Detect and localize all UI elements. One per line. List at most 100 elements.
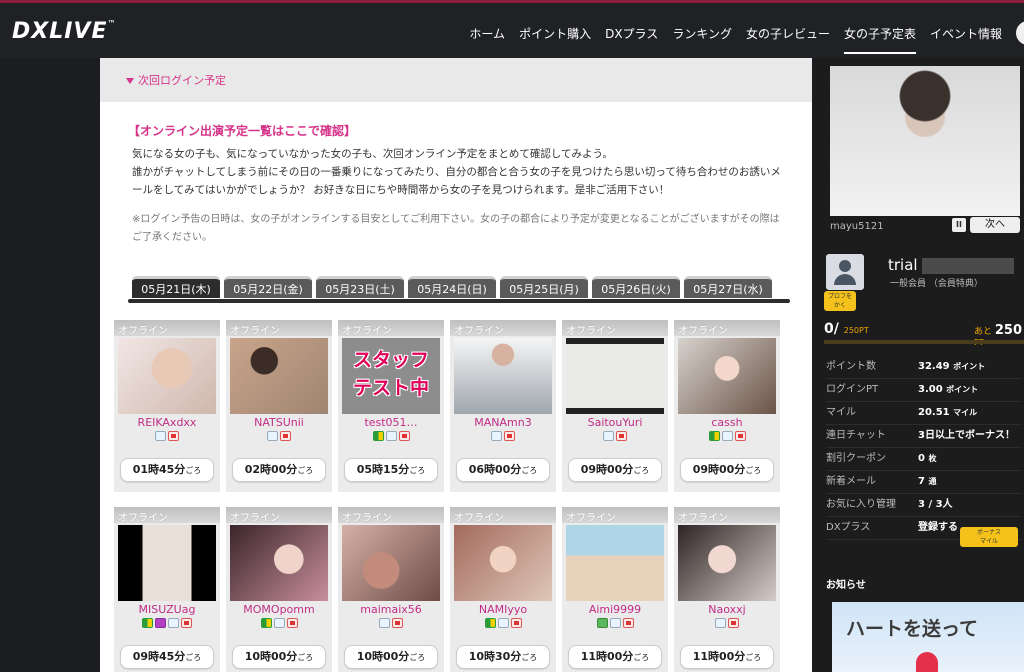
offline-status: オフライン — [562, 320, 668, 337]
performer-photo[interactable] — [678, 525, 776, 601]
offline-status: オフライン — [114, 507, 220, 524]
performer-photo[interactable] — [230, 525, 328, 601]
login-time-value: 11時00分 — [692, 650, 746, 663]
date-tab-3[interactable]: 05月23日(土) — [316, 276, 404, 298]
performer-card[interactable]: オフライン Naoxxj 11時00分ごろ — [674, 507, 780, 672]
performer-photo[interactable] — [454, 338, 552, 414]
user-name-mask — [922, 258, 1014, 274]
performer-name[interactable]: SaitouYuri — [562, 416, 668, 429]
red-icon — [392, 618, 403, 628]
performer-name[interactable]: Naoxxj — [674, 603, 780, 616]
stat-label: ログインPT — [826, 384, 879, 395]
date-tab-4[interactable]: 05月24日(日) — [408, 276, 496, 298]
performer-name[interactable]: maimaix56 — [338, 603, 444, 616]
login-time: 02時00分ごろ — [232, 458, 326, 482]
performer-name[interactable]: test051… — [338, 416, 444, 429]
performer-photo[interactable] — [342, 525, 440, 601]
stat-row[interactable]: 連日チャット 3日以上でボーナス！ — [826, 425, 1022, 448]
header-circle-button[interactable] — [1016, 21, 1024, 45]
performer-card[interactable]: オフライン スタッフ テスト中 test051… 05時15分ごろ — [338, 320, 444, 492]
next-login-label: 次回ログイン予定 — [138, 74, 226, 87]
green-icon — [596, 618, 608, 628]
performer-card[interactable]: オフライン MANAmn3 06時00分ごろ — [450, 320, 556, 492]
triangle-down-icon — [126, 78, 134, 84]
stat-row[interactable]: ログインPT 3.00 ポイント — [826, 379, 1022, 402]
stat-value: 20.51 マイル — [918, 407, 978, 418]
stat-row[interactable]: マイル 20.51 マイル — [826, 402, 1022, 425]
performer-icons — [674, 618, 780, 628]
login-time-suffix: ごろ — [409, 653, 426, 662]
stat-row[interactable]: 割引クーポン 0 枚 — [826, 448, 1022, 471]
performer-card[interactable]: オフライン Aimi9999 11時00分ごろ — [562, 507, 668, 672]
performer-photo[interactable]: スタッフ テスト中 — [342, 338, 440, 414]
performer-name[interactable]: NAMIyyo — [450, 603, 556, 616]
performer-card[interactable]: オフライン NATSUnii 02時00分ごろ — [226, 320, 332, 492]
performer-name[interactable]: NATSUnii — [226, 416, 332, 429]
login-time-suffix: ごろ — [633, 653, 650, 662]
featured-performer-name[interactable]: mayu5121 — [830, 221, 884, 232]
date-tab-7[interactable]: 05月27日(水) — [684, 276, 772, 298]
pause-button[interactable]: II — [952, 218, 966, 232]
beginner-icon — [372, 431, 384, 441]
stat-row[interactable]: お気に入り管理 3 / 3人 — [826, 494, 1022, 517]
performer-card[interactable]: オフライン SaitouYuri 09時00分ごろ — [562, 320, 668, 492]
nav-item-4[interactable]: ランキング — [672, 25, 732, 54]
nav-item-7[interactable]: イベント情報 — [930, 25, 1002, 54]
tab-underline — [128, 299, 790, 303]
performer-name[interactable]: MOMOpomm — [226, 603, 332, 616]
performer-photo[interactable] — [118, 525, 216, 601]
next-login-header[interactable]: 次回ログイン予定 — [100, 58, 812, 102]
performer-icons — [114, 618, 220, 628]
performer-card[interactable]: オフライン MOMOpomm 10時00分ごろ — [226, 507, 332, 672]
date-tab-2[interactable]: 05月22日(金) — [224, 276, 312, 298]
stat-value: 3.00 ポイント — [918, 384, 979, 395]
performer-card[interactable]: オフライン maimaix56 10時00分ごろ — [338, 507, 444, 672]
featured-performer-photo[interactable] — [830, 66, 1020, 216]
purple-icon — [155, 618, 166, 628]
performer-name[interactable]: cassh — [674, 416, 780, 429]
nav-item-1[interactable]: ホーム — [469, 25, 505, 54]
nav-item-2[interactable]: ポイント購入 — [519, 25, 591, 54]
performer-name[interactable]: MANAmn3 — [450, 416, 556, 429]
profile-badge[interactable]: プロフを かく — [824, 291, 856, 311]
stat-row[interactable]: ポイント数 32.49 ポイント — [826, 356, 1022, 379]
date-tabs: 05月21日(木) 05月22日(金) 05月23日(土) 05月24日(日) 05月2… — [132, 276, 772, 304]
performer-card[interactable]: オフライン REIKAxdxx 01時45分ごろ — [114, 320, 220, 492]
stat-row[interactable]: 新着メール 7 通 — [826, 471, 1022, 494]
nav-item-3[interactable]: DXプラス — [605, 25, 658, 54]
user-avatar-icon[interactable] — [826, 254, 864, 290]
performer-card[interactable]: オフライン MISUZUag 09時45分ごろ — [114, 507, 220, 672]
performer-card[interactable]: オフライン cassh 09時00分ごろ — [674, 320, 780, 492]
stat-label: ポイント数 — [826, 361, 876, 372]
next-button[interactable]: 次へ — [970, 217, 1020, 233]
performer-photo[interactable] — [230, 338, 328, 414]
performer-photo[interactable] — [566, 338, 664, 414]
performer-name[interactable]: MISUZUag — [114, 603, 220, 616]
offline-status: オフライン — [562, 507, 668, 524]
news-title: お知らせ — [826, 580, 866, 591]
login-time-value: 11時00分 — [580, 650, 634, 663]
performer-photo[interactable] — [678, 338, 776, 414]
date-tab-1[interactable]: 05月21日(木) — [132, 276, 220, 304]
performer-photo[interactable] — [118, 338, 216, 414]
performer-icons — [674, 431, 780, 441]
performer-photo[interactable] — [566, 525, 664, 601]
bonus-mile-badge[interactable]: ボーナス マイル — [960, 527, 1018, 547]
date-tab-5[interactable]: 05月25日(月) — [500, 276, 588, 298]
nav-item-5[interactable]: 女の子レビュー — [746, 25, 830, 54]
offline-status: オフライン — [338, 320, 444, 337]
book-icon — [491, 431, 502, 441]
nav-item-6[interactable]: 女の子予定表 — [843, 25, 916, 54]
performer-card[interactable]: オフライン NAMIyyo 10時30分ごろ — [450, 507, 556, 672]
login-time: 11時00分ごろ — [680, 645, 774, 669]
date-tab-6[interactable]: 05月26日(火) — [592, 276, 680, 298]
intro-text-2: 誰かがチャットしてしまう前にその日の一番乗りになってみたり、自分の都合と合う女の… — [132, 166, 781, 196]
login-time-suffix: ごろ — [297, 653, 314, 662]
news-banner[interactable]: ハートを送って — [832, 602, 1024, 672]
performer-photo[interactable] — [454, 525, 552, 601]
performer-name[interactable]: Aimi9999 — [562, 603, 668, 616]
site-logo[interactable]: DXLIVE™ — [12, 19, 116, 44]
login-time-value: 09時45分 — [132, 650, 186, 663]
book-icon — [267, 431, 278, 441]
performer-name[interactable]: REIKAxdxx — [114, 416, 220, 429]
